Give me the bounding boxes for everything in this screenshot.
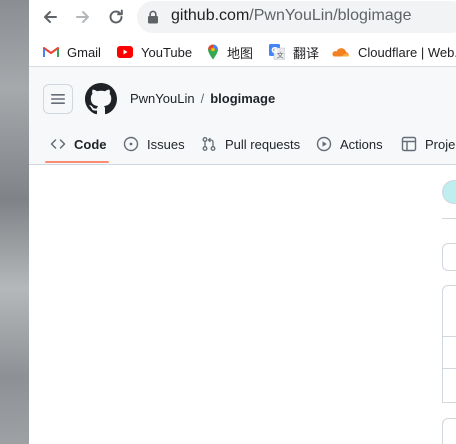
tab-label: Issues — [147, 136, 185, 152]
divider — [442, 218, 456, 219]
lock-icon — [148, 10, 158, 24]
bookmark-label: 翻译 — [293, 45, 320, 61]
selected-tab-indicator — [45, 161, 109, 163]
breadcrumb: PwnYouLin / blogimage — [130, 91, 275, 106]
svg-text:文: 文 — [277, 51, 284, 60]
maps-icon — [208, 44, 218, 60]
tab-pull-requests[interactable]: Pull requests — [201, 134, 300, 154]
arrow-left-icon — [44, 11, 57, 23]
tab-label: Projects — [425, 136, 456, 152]
reload-button[interactable] — [104, 5, 128, 29]
back-button[interactable] — [38, 5, 62, 29]
repo-name-link[interactable]: blogimage — [210, 91, 275, 106]
cloudflare-icon — [332, 48, 349, 57]
pull-request-icon — [202, 137, 216, 151]
readme-box — [442, 418, 456, 444]
bookmarks-bar: Gmail YouTube 地图 G 文 翻译 Cloudflare | Web… — [29, 36, 456, 67]
repo-tabs: Code Issues Pull requests Actions Proje — [29, 127, 456, 164]
browser-toolbar: github.com/PwnYouLin/blogimage — [29, 0, 456, 34]
bookmark-label: Cloudflare | Web... — [358, 44, 456, 60]
bookmark-translate[interactable]: G 文 翻译 — [269, 43, 319, 61]
issues-icon — [123, 136, 139, 152]
tab-code[interactable]: Code — [50, 134, 107, 154]
file-list-box — [442, 285, 456, 403]
actions-icon — [316, 136, 332, 152]
bookmark-maps[interactable]: 地图 — [207, 43, 253, 61]
url-host: github.com — [171, 7, 250, 24]
tab-label: Actions — [340, 136, 383, 152]
code-icon — [50, 139, 66, 149]
arrow-right-icon — [76, 11, 89, 23]
desktop-background — [0, 0, 29, 444]
bookmark-label: YouTube — [141, 44, 193, 60]
menu-button[interactable] — [43, 84, 73, 114]
bookmark-gmail[interactable]: Gmail — [43, 43, 101, 61]
branch-select-button[interactable] — [442, 243, 456, 271]
tab-issues[interactable]: Issues — [123, 134, 185, 154]
forward-button[interactable] — [71, 5, 95, 29]
tab-label: Code — [74, 136, 107, 152]
hamburger-icon — [51, 94, 65, 104]
bookmark-label: 地图 — [227, 45, 254, 61]
bookmark-cloudflare[interactable]: Cloudflare | Web... — [332, 43, 456, 61]
repo-header: PwnYouLin / blogimage Code Issues Pull r… — [29, 67, 456, 165]
breadcrumb-separator: / — [200, 91, 205, 106]
bookmark-label: Gmail — [67, 44, 101, 60]
file-row-divider — [443, 336, 456, 337]
github-logo-icon[interactable] — [85, 83, 117, 115]
youtube-icon — [117, 46, 133, 58]
file-row-divider — [443, 368, 456, 369]
projects-icon — [401, 136, 417, 152]
translate-icon: G 文 — [269, 44, 285, 60]
bookmark-youtube[interactable]: YouTube — [117, 43, 192, 61]
url-text: github.com/PwnYouLin/blogimage — [171, 7, 411, 25]
tab-actions[interactable]: Actions — [316, 134, 383, 154]
address-bar[interactable]: github.com/PwnYouLin/blogimage — [137, 1, 456, 33]
url-path: /PwnYouLin/blogimage — [249, 7, 412, 24]
browser-window: github.com/PwnYouLin/blogimage Gmail You… — [29, 0, 456, 444]
gmail-icon — [43, 47, 59, 57]
tab-label: Pull requests — [225, 136, 301, 152]
tab-projects[interactable]: Projects — [401, 134, 456, 154]
avatar[interactable] — [442, 180, 456, 204]
repo-owner-link[interactable]: PwnYouLin — [130, 91, 195, 106]
reload-icon — [109, 9, 123, 24]
